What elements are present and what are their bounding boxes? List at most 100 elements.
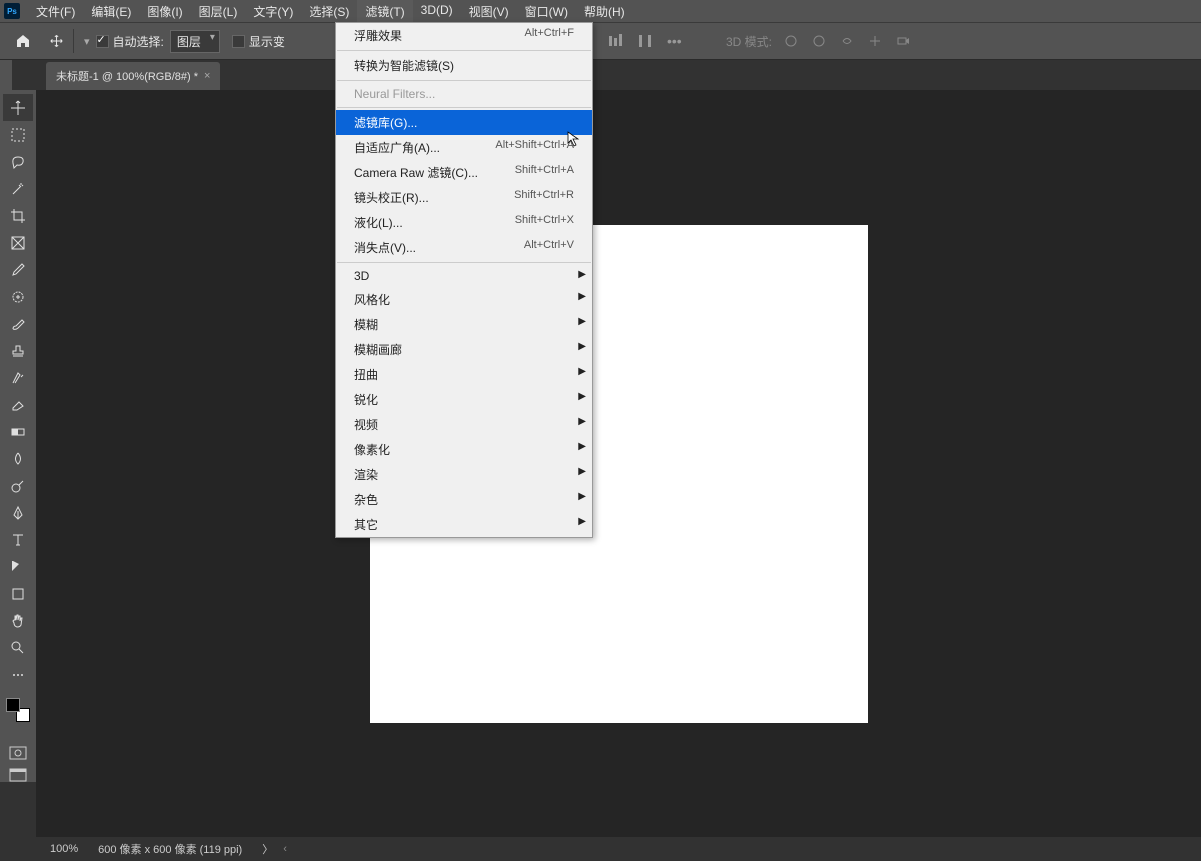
- move-tool[interactable]: [3, 94, 33, 121]
- menu-item[interactable]: 文字(Y): [245, 0, 301, 23]
- menu-item[interactable]: 渲染▶: [336, 462, 592, 487]
- slide-icon[interactable]: [868, 34, 882, 48]
- color-swatches[interactable]: [6, 698, 30, 722]
- menu-item[interactable]: 自适应广角(A)...Alt+Shift+Ctrl+A: [336, 135, 592, 160]
- menu-item[interactable]: 3D(D): [413, 0, 461, 23]
- menu-item[interactable]: 滤镜库(G)...: [336, 110, 592, 135]
- chevron-right-icon: ▶: [578, 341, 586, 352]
- mode-3d-label: 3D 模式:: [726, 33, 772, 50]
- menu-item[interactable]: Camera Raw 滤镜(C)...Shift+Ctrl+A: [336, 160, 592, 185]
- brush-tool[interactable]: [3, 310, 33, 337]
- options-bar: ▾ 自动选择: 图层 显示变 ••• 3D 模式:: [0, 22, 1201, 60]
- chevron-right-icon: ▶: [578, 441, 586, 452]
- crop-icon: [10, 208, 26, 224]
- menu-item[interactable]: 其它▶: [336, 512, 592, 537]
- menu-item-label: 浮雕效果: [354, 27, 402, 44]
- distribute-icon[interactable]: [637, 33, 653, 49]
- eyedropper-tool[interactable]: [3, 256, 33, 283]
- shortcut-label: Alt+Shift+Ctrl+A: [495, 139, 574, 156]
- menu-item[interactable]: 图像(I): [139, 0, 190, 23]
- menu-item-label: 视频: [354, 416, 378, 433]
- menu-item[interactable]: 视频▶: [336, 412, 592, 437]
- doc-info[interactable]: 600 像素 x 600 像素 (119 ppi): [98, 841, 242, 857]
- type-icon: [10, 532, 26, 548]
- menu-item[interactable]: 模糊画廊▶: [336, 337, 592, 362]
- pen-icon: [10, 505, 26, 521]
- menu-item[interactable]: 文件(F): [28, 0, 83, 23]
- align-icon[interactable]: [607, 33, 623, 49]
- shape-tool[interactable]: [3, 580, 33, 607]
- eraser-tool[interactable]: [3, 391, 33, 418]
- menu-item[interactable]: 视图(V): [461, 0, 517, 23]
- heal-icon: [10, 289, 26, 305]
- toolbar: [0, 90, 36, 782]
- menu-item[interactable]: 编辑(E): [83, 0, 139, 23]
- pan-icon[interactable]: [812, 34, 826, 48]
- brush-icon: [10, 316, 26, 332]
- crop-tool[interactable]: [3, 202, 33, 229]
- wand-tool[interactable]: [3, 175, 33, 202]
- menu-item[interactable]: 图层(L): [191, 0, 246, 23]
- lasso-tool[interactable]: [3, 148, 33, 175]
- more-icon[interactable]: •••: [667, 33, 682, 49]
- marquee-tool[interactable]: [3, 121, 33, 148]
- roll-icon[interactable]: [840, 34, 854, 48]
- menu-item-label: 转换为智能滤镜(S): [354, 57, 454, 74]
- menu-item[interactable]: 镜头校正(R)...Shift+Ctrl+R: [336, 185, 592, 210]
- menu-item[interactable]: 浮雕效果Alt+Ctrl+F: [336, 23, 592, 48]
- zoom-tool[interactable]: [3, 634, 33, 661]
- menu-item[interactable]: 转换为智能滤镜(S): [336, 53, 592, 78]
- menu-item[interactable]: 模糊▶: [336, 312, 592, 337]
- menu-item-label: 渲染: [354, 466, 378, 483]
- home-button[interactable]: [8, 28, 38, 54]
- tab-title: 未标题-1 @ 100%(RGB/8#) *: [56, 68, 198, 84]
- menu-item[interactable]: 杂色▶: [336, 487, 592, 512]
- dropdown-caret[interactable]: ▾: [84, 35, 90, 48]
- layer-dropdown[interactable]: 图层: [170, 30, 220, 53]
- menu-item[interactable]: 液化(L)...Shift+Ctrl+X: [336, 210, 592, 235]
- menu-item-label: 镜头校正(R)...: [354, 189, 429, 206]
- auto-select-checkbox[interactable]: 自动选择:: [96, 33, 164, 50]
- menu-item-label: 3D: [354, 269, 369, 283]
- menu-item[interactable]: 锐化▶: [336, 387, 592, 412]
- pen-tool[interactable]: [3, 499, 33, 526]
- menu-item[interactable]: 选择(S): [301, 0, 357, 23]
- frame-tool[interactable]: [3, 229, 33, 256]
- gradient-tool[interactable]: [3, 418, 33, 445]
- orbit-icon[interactable]: [784, 34, 798, 48]
- show-transform-checkbox[interactable]: 显示变: [232, 33, 285, 50]
- menu-item[interactable]: 滤镜(T): [357, 0, 412, 23]
- menu-item[interactable]: 3D▶: [336, 265, 592, 287]
- type-tool[interactable]: [3, 526, 33, 553]
- chevron-left-icon[interactable]: ‹: [283, 843, 287, 855]
- screenmode-icon[interactable]: [9, 768, 27, 782]
- menu-item[interactable]: 消失点(V)...Alt+Ctrl+V: [336, 235, 592, 260]
- document-tab[interactable]: 未标题-1 @ 100%(RGB/8#) * ×: [46, 62, 220, 90]
- hand-tool[interactable]: [3, 607, 33, 634]
- menu-separator: [337, 80, 591, 81]
- menu-item-label: 模糊: [354, 316, 378, 333]
- quickmask-icon[interactable]: [9, 746, 27, 760]
- menu-item[interactable]: 扭曲▶: [336, 362, 592, 387]
- chevron-right-icon[interactable]: 〉: [262, 841, 273, 857]
- blur-tool[interactable]: [3, 445, 33, 472]
- tab-bar: 未标题-1 @ 100%(RGB/8#) * ×: [0, 60, 1201, 90]
- camera-icon[interactable]: [896, 34, 910, 48]
- heal-tool[interactable]: [3, 283, 33, 310]
- menu-item[interactable]: 帮助(H): [576, 0, 633, 23]
- zoom-level[interactable]: 100%: [50, 843, 78, 855]
- app-icon: Ps: [4, 3, 20, 19]
- close-icon[interactable]: ×: [204, 70, 210, 82]
- dodge-tool[interactable]: [3, 472, 33, 499]
- menu-item[interactable]: 窗口(W): [517, 0, 576, 23]
- filter-menu: 浮雕效果Alt+Ctrl+F转换为智能滤镜(S)Neural Filters..…: [335, 22, 593, 538]
- path-tool[interactable]: [3, 553, 33, 580]
- more-tool[interactable]: [3, 661, 33, 688]
- history-tool[interactable]: [3, 364, 33, 391]
- stamp-icon: [10, 343, 26, 359]
- stamp-tool[interactable]: [3, 337, 33, 364]
- menu-item[interactable]: 风格化▶: [336, 287, 592, 312]
- menu-item-label: 滤镜库(G)...: [354, 114, 417, 131]
- frame-icon: [10, 235, 26, 251]
- menu-item[interactable]: 像素化▶: [336, 437, 592, 462]
